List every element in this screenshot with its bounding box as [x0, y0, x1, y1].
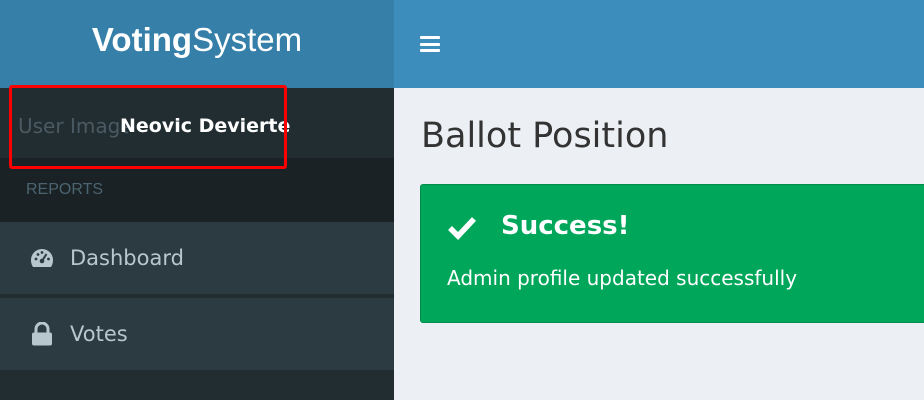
sidebar-item-dashboard[interactable]: Dashboard — [0, 222, 394, 294]
app-logo[interactable]: Voting System — [0, 0, 394, 88]
sidebar-empty-area — [0, 370, 394, 400]
dashboard-icon — [30, 246, 54, 270]
lock-icon — [30, 322, 54, 346]
sidebar-item-votes[interactable]: Votes — [0, 298, 394, 370]
logo-bold-text: Voting — [91, 21, 193, 58]
top-navbar — [394, 0, 924, 88]
alert-title: Success! — [501, 211, 630, 241]
sidebar-item-label: Votes — [70, 322, 128, 346]
sidebar: Voting System User Image Neovic Devierte … — [0, 0, 394, 400]
sidebar-item-label: Dashboard — [70, 246, 184, 270]
logo-light-text: System — [192, 21, 303, 58]
user-highlight-box — [9, 85, 287, 169]
alert-message: Admin profile updated successfully — [447, 266, 798, 290]
main-content: Ballot Position Success! Admin profile u… — [394, 88, 924, 400]
check-icon — [447, 213, 477, 243]
success-alert: Success! Admin profile updated successfu… — [420, 184, 924, 323]
hamburger-menu-icon[interactable] — [420, 36, 440, 52]
page-title: Ballot Position — [421, 116, 669, 156]
